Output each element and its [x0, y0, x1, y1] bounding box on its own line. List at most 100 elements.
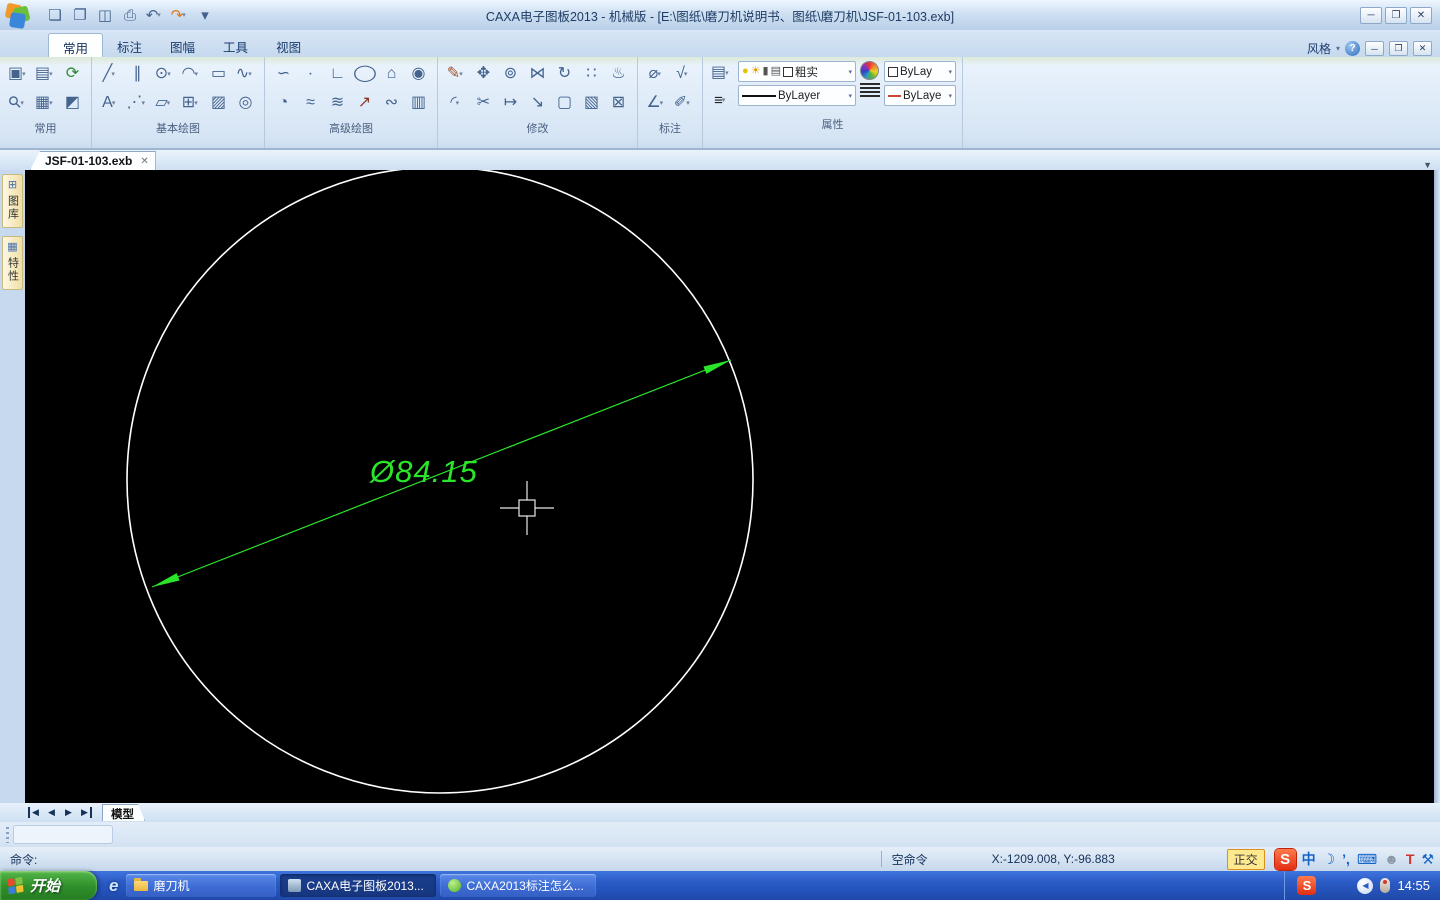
- lineweight-combo[interactable]: ByLaye ▾: [884, 85, 956, 106]
- wave-line-icon[interactable]: ≈: [298, 91, 323, 115]
- frame-select-icon[interactable]: ▢: [552, 91, 577, 115]
- sogou-tray-icon[interactable]: S: [1297, 876, 1316, 895]
- arc-icon[interactable]: ◠▾: [179, 62, 204, 86]
- linetype-combo-arrow[interactable]: ▾: [848, 92, 852, 100]
- nav-prev-icon[interactable]: ◀: [45, 807, 58, 818]
- doc-close-button[interactable]: ✕: [1413, 41, 1432, 56]
- stretch-icon[interactable]: ↘: [525, 91, 550, 115]
- layer-settings-icon[interactable]: ▤▾: [709, 61, 734, 85]
- style-button[interactable]: 风格: [1307, 40, 1331, 57]
- drawing-canvas[interactable]: Ø84.15: [25, 170, 1434, 803]
- nav-last-icon[interactable]: ▶: [79, 807, 92, 818]
- annotation-edit-icon[interactable]: ✐▾: [671, 91, 696, 115]
- ole-refresh-icon[interactable]: ⟳: [60, 62, 85, 86]
- ortho-mode-button[interactable]: 正交: [1227, 849, 1265, 870]
- move-icon[interactable]: ✥: [471, 62, 496, 86]
- new-file-icon[interactable]: ❏: [44, 5, 66, 25]
- model-tab[interactable]: 模型: [102, 804, 145, 821]
- break-line-icon[interactable]: ≋: [325, 91, 350, 115]
- open-file-icon[interactable]: ❐: [69, 5, 91, 25]
- halfwidth-icon[interactable]: ☽: [1323, 852, 1336, 866]
- rectangle-icon[interactable]: ▭: [206, 62, 231, 86]
- circle-icon[interactable]: ⊙▾: [152, 62, 177, 86]
- tools-icon[interactable]: ⚒: [1421, 852, 1434, 866]
- table-icon-dropdown[interactable]: ▾: [194, 100, 201, 107]
- text-icon[interactable]: A▾: [98, 91, 123, 115]
- parallel-line-icon[interactable]: ∥: [125, 62, 150, 86]
- point-icon[interactable]: ∙: [298, 62, 323, 86]
- text-icon-dropdown[interactable]: ▾: [112, 100, 119, 107]
- style-dropdown-icon[interactable]: ▾: [1336, 44, 1340, 53]
- ie-quick-launch-icon[interactable]: e: [109, 876, 118, 896]
- curve-icon[interactable]: ∽: [271, 62, 296, 86]
- tab-view[interactable]: 视图: [262, 33, 315, 57]
- delete-icon-dropdown[interactable]: ▾: [459, 71, 466, 78]
- block-edit-icon[interactable]: ▧: [579, 91, 604, 115]
- formula-curve-icon[interactable]: ∟: [325, 62, 350, 86]
- tab-dimension[interactable]: 标注: [103, 33, 156, 57]
- layer-combo[interactable]: ● ☀ ▮ ▤ 粗实 ▾: [738, 61, 856, 82]
- chinese-mode-icon[interactable]: 中: [1302, 852, 1316, 866]
- region-icon[interactable]: ◎: [233, 91, 258, 115]
- redo-icon-dropdown[interactable]: ▾: [182, 12, 189, 19]
- start-button[interactable]: 开始: [0, 871, 97, 900]
- mouse-tray-icon[interactable]: [1380, 878, 1390, 893]
- help-icon[interactable]: ?: [1345, 41, 1360, 56]
- copy-icon-dropdown[interactable]: ▾: [22, 71, 29, 78]
- doc-restore-button[interactable]: ❐: [1389, 41, 1408, 56]
- nav-next-icon[interactable]: ▶: [62, 807, 75, 818]
- circle-icon-dropdown[interactable]: ▾: [167, 71, 174, 78]
- coordinate-dimension-icon-dropdown[interactable]: ▾: [660, 100, 667, 107]
- linewidth-icon[interactable]: ≡▾: [709, 88, 734, 112]
- delete-icon[interactable]: ✎▾: [444, 62, 469, 86]
- taskbar-button-folder[interactable]: 磨刀机: [126, 874, 276, 897]
- command-prompt-label[interactable]: 命令:: [0, 851, 37, 868]
- sogou-logo-icon[interactable]: S: [1275, 849, 1296, 870]
- trim-icon[interactable]: ✂: [471, 91, 496, 115]
- rotate-icon[interactable]: ↻: [552, 62, 577, 86]
- table-icon[interactable]: ⊞▾: [179, 91, 204, 115]
- save-icon[interactable]: ◫: [94, 5, 116, 25]
- minimize-button[interactable]: ─: [1360, 7, 1382, 24]
- annotation-edit-icon-dropdown[interactable]: ▾: [686, 100, 693, 107]
- line-icon[interactable]: ╱▾: [98, 62, 123, 86]
- undo-icon[interactable]: ↶▾: [144, 5, 166, 25]
- point-line-icon-dropdown[interactable]: ▾: [142, 100, 149, 107]
- block-icon-dropdown[interactable]: ▾: [167, 100, 174, 107]
- partial-view-icon[interactable]: ◔: [271, 91, 296, 115]
- customize-qat-icon[interactable]: ▾: [194, 5, 216, 25]
- linetype-combo[interactable]: ByLayer ▾: [738, 85, 856, 106]
- app-logo-icon[interactable]: [6, 3, 32, 29]
- layer-combo-arrow[interactable]: ▾: [848, 68, 852, 76]
- print-icon[interactable]: ⎙: [119, 5, 141, 25]
- dimension-text[interactable]: Ø84.15: [369, 454, 478, 489]
- tab-list-dropdown-icon[interactable]: ▼: [1423, 160, 1440, 170]
- lineweight-combo-arrow[interactable]: ▾: [948, 92, 952, 100]
- dimension-icon[interactable]: ⌀▾: [644, 62, 669, 86]
- design-library-icon[interactable]: ◩: [60, 91, 85, 115]
- color-combo[interactable]: ByLay ▾: [884, 61, 956, 82]
- color-wheel-icon[interactable]: [860, 61, 879, 80]
- polygon-icon[interactable]: ⌂: [379, 62, 404, 86]
- user-icon[interactable]: ☻: [1384, 852, 1399, 866]
- punctuation-icon[interactable]: ’,: [1342, 852, 1350, 866]
- point-line-icon[interactable]: ⋰▾: [125, 91, 150, 115]
- undo-icon-dropdown[interactable]: ▾: [157, 12, 164, 19]
- block-icon[interactable]: ▱▾: [152, 91, 177, 115]
- linestyle-icon[interactable]: [860, 83, 880, 97]
- nav-first-icon[interactable]: ◀: [28, 807, 41, 818]
- array-icon[interactable]: ∷: [579, 62, 604, 86]
- arrow-icon[interactable]: ↗: [352, 91, 377, 115]
- copy-object-icon[interactable]: ⊚: [498, 62, 523, 86]
- dimension-icon-dropdown[interactable]: ▾: [657, 71, 664, 78]
- hatch-icon[interactable]: ▨: [206, 91, 231, 115]
- paste-icon-dropdown[interactable]: ▾: [49, 71, 56, 78]
- taskbar-button-caxa[interactable]: CAXA电子图板2013...: [280, 874, 436, 897]
- taskbar-button-browser[interactable]: CAXA2013标注怎么...: [440, 874, 596, 897]
- document-tab[interactable]: JSF-01-103.exb ✕: [30, 151, 156, 170]
- skin-icon[interactable]: T: [1406, 852, 1415, 866]
- arc-icon-dropdown[interactable]: ▾: [194, 71, 201, 78]
- restore-button[interactable]: ❐: [1385, 7, 1407, 24]
- image-icon[interactable]: ▦▾: [33, 91, 58, 115]
- hole-shaft-icon[interactable]: ▥: [406, 91, 431, 115]
